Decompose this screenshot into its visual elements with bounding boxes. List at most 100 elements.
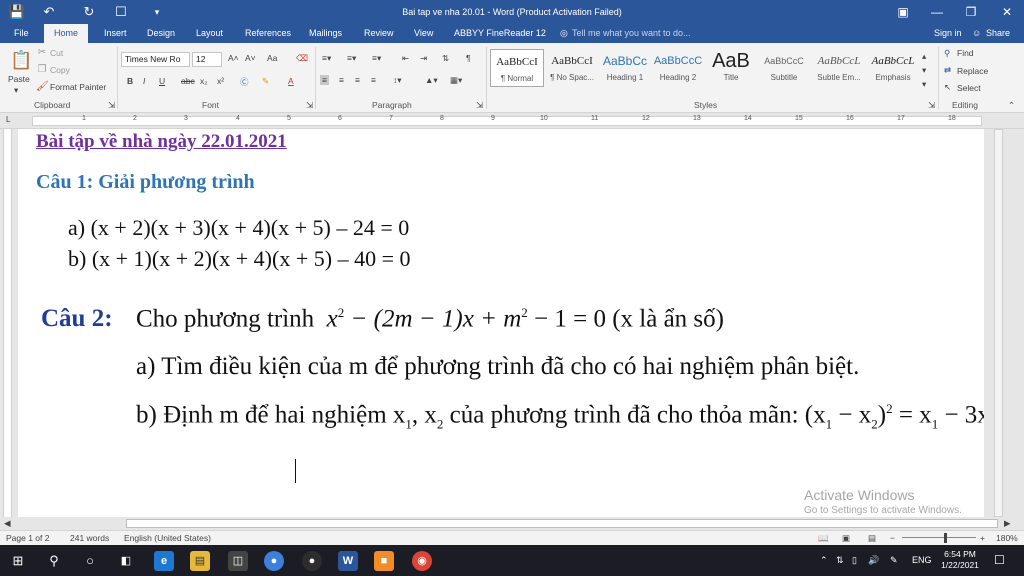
- print-layout-icon[interactable]: ▣: [842, 533, 850, 544]
- align-center-icon[interactable]: ≡: [339, 75, 344, 85]
- tab-insert[interactable]: Insert: [102, 24, 129, 43]
- multilevel-list-icon[interactable]: ≡▾: [372, 53, 381, 64]
- find-icon[interactable]: ⚲: [944, 48, 950, 59]
- highlight-icon[interactable]: ✎: [262, 76, 269, 87]
- select-button[interactable]: Select: [957, 83, 981, 93]
- tab-file[interactable]: File: [12, 24, 31, 43]
- tab-home[interactable]: Home: [44, 24, 89, 43]
- sort-icon[interactable]: ⇅: [442, 53, 449, 64]
- tray-overflow-icon[interactable]: ⌃: [820, 545, 828, 576]
- zoom-in-button[interactable]: +: [980, 533, 985, 543]
- tab-review[interactable]: Review: [362, 24, 396, 43]
- paste-button[interactable]: Paste: [8, 74, 30, 84]
- pilcrow-icon[interactable]: ¶: [466, 53, 471, 63]
- vertical-scrollbar[interactable]: [986, 129, 1024, 517]
- search-icon[interactable]: ⚲: [44, 551, 64, 571]
- ribbon-display-icon[interactable]: ▣: [886, 0, 920, 24]
- font-name-box[interactable]: Times New Ro: [121, 52, 190, 67]
- style-normal[interactable]: AaBbCcI ¶ Normal: [490, 49, 544, 87]
- increase-indent-icon[interactable]: ⇥: [420, 53, 427, 64]
- cut-icon[interactable]: ✂: [36, 47, 48, 59]
- style-subtle-emphasis[interactable]: AaBbCcL Subtle Em...: [812, 49, 866, 87]
- zoom-slider-thumb[interactable]: [944, 533, 947, 543]
- battery-icon[interactable]: ▯: [852, 545, 857, 576]
- tab-references[interactable]: References: [243, 24, 293, 43]
- read-mode-icon[interactable]: 📖: [818, 533, 829, 544]
- styles-scroll-down-icon[interactable]: ▾: [922, 65, 926, 76]
- find-button[interactable]: Find: [957, 48, 974, 58]
- paragraph-launcher-icon[interactable]: ⇲: [476, 100, 483, 111]
- vertical-scroll-thumb[interactable]: [994, 129, 1003, 517]
- app-icon-notification[interactable]: ●: [302, 551, 322, 571]
- copy-icon[interactable]: ❐: [36, 64, 48, 76]
- copy-button[interactable]: Copy: [50, 65, 70, 75]
- clipboard-launcher-icon[interactable]: ⇲: [108, 100, 115, 111]
- language-indicator[interactable]: English (United States): [124, 533, 211, 543]
- shrink-font-button[interactable]: A˅: [245, 53, 256, 63]
- cortana-icon[interactable]: ○: [80, 551, 100, 571]
- tab-abbyy[interactable]: ABBYY FineReader 12: [452, 24, 548, 43]
- minimize-button[interactable]: —: [920, 0, 954, 24]
- underline-button[interactable]: U: [159, 76, 165, 86]
- style-emphasis[interactable]: AaBbCcL Emphasis: [866, 49, 920, 87]
- store-icon[interactable]: ◫: [228, 551, 248, 571]
- paste-dropdown-icon[interactable]: ▾: [14, 85, 18, 96]
- volume-icon[interactable]: 🔊: [868, 545, 879, 576]
- share-button[interactable]: Share: [986, 24, 1010, 43]
- style-no-spacing[interactable]: AaBbCcI ¶ No Spac...: [545, 49, 599, 87]
- justify-icon[interactable]: ≡: [371, 75, 376, 85]
- document-page[interactable]: Bài tập về nhà ngày 22.01.2021 Câu 1: Gi…: [18, 129, 984, 517]
- style-title[interactable]: AaB Title: [704, 49, 758, 87]
- strikethrough-button[interactable]: abc: [181, 76, 195, 86]
- italic-button[interactable]: I: [143, 76, 145, 86]
- file-explorer-icon[interactable]: ▤: [190, 551, 210, 571]
- borders-icon[interactable]: ▦▾: [450, 75, 462, 86]
- format-painter-icon[interactable]: 🖌: [36, 81, 49, 93]
- format-painter-button[interactable]: Format Painter: [50, 82, 106, 92]
- styles-launcher-icon[interactable]: ⇲: [928, 100, 935, 111]
- bullets-icon[interactable]: ≡▾: [322, 53, 331, 64]
- styles-scroll-up-icon[interactable]: ▴: [922, 51, 926, 62]
- styles-more-icon[interactable]: ▾: [922, 79, 926, 90]
- text-effects-icon[interactable]: Ⓒ: [240, 76, 249, 88]
- replace-button[interactable]: Replace: [957, 66, 988, 76]
- cut-button[interactable]: Cut: [50, 48, 63, 58]
- action-center-icon[interactable]: ☐: [994, 545, 1005, 576]
- align-left-icon[interactable]: ≡: [320, 75, 329, 85]
- edge-browser-icon[interactable]: e: [154, 551, 174, 571]
- vertical-ruler[interactable]: [0, 129, 14, 517]
- tab-view[interactable]: View: [412, 24, 435, 43]
- subscript-button[interactable]: x₂: [200, 76, 208, 86]
- input-language[interactable]: ENG: [912, 545, 932, 576]
- word-count[interactable]: 241 words: [70, 533, 109, 543]
- chrome-icon[interactable]: ◉: [412, 551, 432, 571]
- font-color-button[interactable]: A: [288, 76, 294, 86]
- windows-start-icon[interactable]: ⊞: [8, 551, 28, 571]
- app-icon-orange[interactable]: ■: [374, 551, 394, 571]
- horizontal-scrollbar[interactable]: ◀ ▶: [0, 517, 1024, 530]
- font-size-box[interactable]: 12: [192, 52, 222, 67]
- clear-formatting-icon[interactable]: ⌫: [296, 53, 308, 64]
- page-count[interactable]: Page 1 of 2: [6, 533, 49, 543]
- collapse-ribbon-icon[interactable]: ⌃: [1008, 100, 1015, 111]
- numbering-icon[interactable]: ≡▾: [347, 53, 356, 64]
- font-launcher-icon[interactable]: ⇲: [306, 100, 313, 111]
- decrease-indent-icon[interactable]: ⇤: [402, 53, 409, 64]
- zoom-out-button[interactable]: −: [890, 533, 895, 543]
- word-taskbar-icon[interactable]: W: [338, 551, 358, 571]
- scroll-right-icon[interactable]: ▶: [1004, 518, 1011, 529]
- replace-icon[interactable]: ⇄: [944, 65, 951, 76]
- style-subtitle[interactable]: AaBbCcC Subtitle: [757, 49, 811, 87]
- tell-me-box[interactable]: Tell me what you want to do...: [572, 24, 691, 43]
- zoom-slider[interactable]: [902, 537, 976, 538]
- select-icon[interactable]: ↖: [944, 82, 951, 93]
- shading-icon[interactable]: ▲▾: [425, 75, 438, 86]
- tab-selector-icon[interactable]: L: [6, 115, 10, 124]
- close-button[interactable]: ✕: [990, 0, 1024, 24]
- bold-button[interactable]: B: [127, 76, 133, 86]
- tab-mailings[interactable]: Mailings: [307, 24, 344, 43]
- horizontal-scroll-thumb[interactable]: [126, 519, 998, 528]
- restore-button[interactable]: ❐: [954, 0, 988, 24]
- line-spacing-icon[interactable]: ↕▾: [393, 75, 402, 86]
- sign-in-link[interactable]: Sign in: [934, 24, 962, 43]
